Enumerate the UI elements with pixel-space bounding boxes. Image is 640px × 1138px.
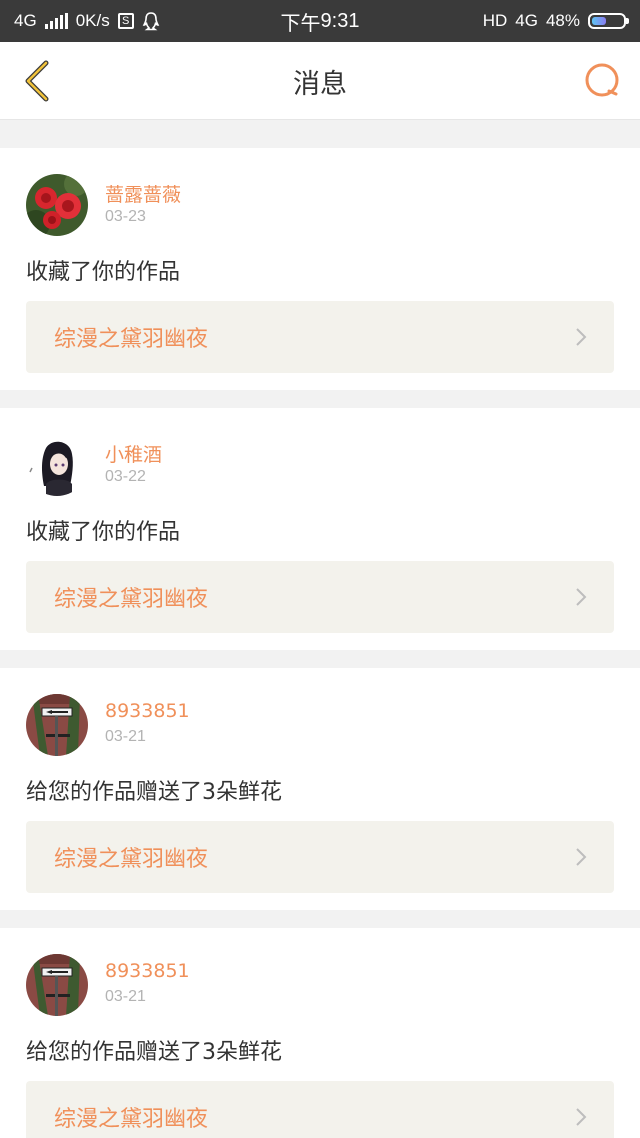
message-card: 蔷露蔷薇 03-23 收藏了你的作品 综漫之黛羽幽夜 (0, 148, 640, 390)
status-bar: 4G 0K/s S 下午 9:31 HD 4G 48% (0, 0, 640, 42)
chevron-right-icon (576, 848, 587, 866)
message-date: 03-23 (105, 208, 146, 225)
chevron-right-icon (576, 328, 587, 346)
work-link[interactable]: 综漫之黛羽幽夜 (26, 1081, 614, 1138)
message-date: 03-21 (105, 988, 146, 1005)
work-link[interactable]: 综漫之黛羽幽夜 (26, 301, 614, 373)
chevron-right-icon (576, 1108, 587, 1126)
username[interactable]: 8933851 (105, 960, 190, 982)
search-button[interactable] (580, 58, 626, 104)
work-link[interactable]: 综漫之黛羽幽夜 (26, 821, 614, 893)
nav-bar: 消息 (0, 42, 640, 120)
work-title: 综漫之黛羽幽夜 (54, 327, 209, 352)
work-link[interactable]: 综漫之黛羽幽夜 (26, 561, 614, 633)
message-text: 收藏了你的作品 (26, 520, 181, 545)
message-card: 8933851 03-21 给您的作品赠送了3朵鲜花 综漫之黛羽幽夜 (0, 928, 640, 1138)
message-date: 03-22 (105, 468, 146, 485)
red-flower-avatar (26, 174, 88, 236)
work-title: 综漫之黛羽幽夜 (54, 1107, 209, 1132)
street-sign-avatar (26, 954, 88, 1016)
message-card: 小稚酒 03-22 收藏了你的作品 综漫之黛羽幽夜 (0, 408, 640, 650)
battery-icon (588, 13, 629, 29)
avatar[interactable] (26, 434, 88, 496)
message-text: 给您的作品赠送了3朵鲜花 (26, 1040, 282, 1065)
street-sign-avatar (26, 694, 88, 756)
message-card: 8933851 03-21 给您的作品赠送了3朵鲜花 综漫之黛羽幽夜 (0, 668, 640, 910)
username[interactable]: 小稚酒 (105, 440, 162, 467)
avatar[interactable] (26, 694, 88, 756)
hd-indicator: HD (482, 11, 508, 30)
avatar[interactable] (26, 174, 88, 236)
search-icon (585, 63, 619, 97)
network-indicator-right: 4G (515, 11, 538, 30)
chevron-right-icon (576, 588, 587, 606)
anime-girl-avatar (26, 434, 88, 496)
username[interactable]: 8933851 (105, 700, 190, 722)
message-list[interactable]: 蔷露蔷薇 03-23 收藏了你的作品 综漫之黛羽幽夜 小稚酒 03-22 收藏了… (0, 120, 640, 1138)
status-right: HD 4G 48% (482, 0, 629, 42)
work-title: 综漫之黛羽幽夜 (54, 587, 209, 612)
time-prefix: 下午 (280, 12, 321, 35)
battery-percent: 48% (545, 11, 580, 30)
username[interactable]: 蔷露蔷薇 (105, 180, 181, 207)
time-value: 9:31 (320, 9, 360, 32)
message-text: 收藏了你的作品 (26, 260, 181, 285)
work-title: 综漫之黛羽幽夜 (54, 847, 209, 872)
message-text: 给您的作品赠送了3朵鲜花 (26, 780, 282, 805)
message-date: 03-21 (105, 728, 146, 745)
page-title: 消息 (293, 68, 347, 100)
avatar[interactable] (26, 954, 88, 1016)
